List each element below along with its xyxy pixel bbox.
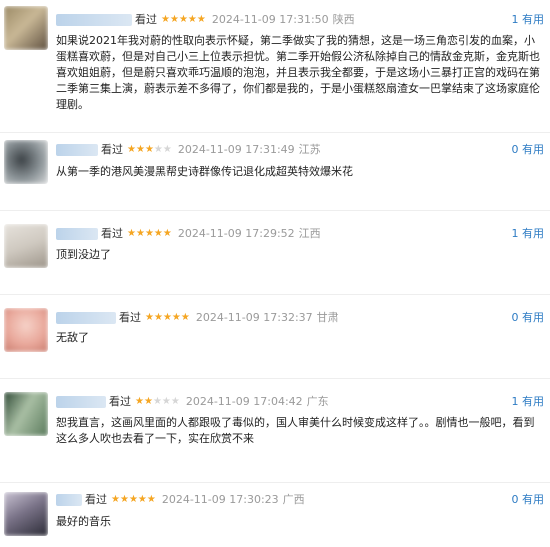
comment-meta: 看过 ★★★★★ 2024-11-09 17:04:42 广东 [56,394,329,410]
avatar[interactable] [4,140,48,184]
watch-status: 看过 [109,395,131,408]
star-icon: ★ [153,312,163,323]
watch-status: 看过 [119,311,141,324]
star-icon: ★ [146,494,156,505]
comment-text: 顶到没边了 [56,248,111,261]
comment-location: 甘肃 [316,311,339,324]
useful-vote-button[interactable]: 0 有用 [512,310,545,326]
watch-status: 看过 [135,13,157,26]
comment-time: 2024-11-09 17:04:42 [185,395,303,408]
avatar[interactable] [4,6,48,50]
comment-item: 看过 ★★★★★ 2024-11-09 17:31:49 江苏 0 有用 从第一… [0,132,550,211]
rating-stars: ★★★★★ [145,310,190,326]
comment-text: 从第一季的港风美漫黑帮史诗群像传记退化成超英特效爆米花 [56,165,353,178]
star-icon: ★ [145,312,154,323]
rating-stars: ★★★★★ [111,492,156,508]
username[interactable] [56,228,98,240]
star-icon: ★ [162,144,172,155]
useful-vote-button[interactable]: 1 有用 [512,226,545,242]
star-icon: ★ [180,312,190,323]
comment-item: 看过 ★★★★★ 2024-11-09 17:29:52 江西 1 有用 顶到没… [0,210,550,295]
rating-stars: ★★★★★ [161,12,206,28]
comment-meta: 看过 ★★★★★ 2024-11-09 17:29:52 江西 [56,226,321,242]
star-icon: ★ [170,396,180,407]
star-icon: ★ [128,494,138,505]
comment-time: 2024-11-09 17:32:37 [195,311,313,324]
star-icon: ★ [127,228,136,239]
star-icon: ★ [111,494,120,505]
username[interactable] [56,14,132,26]
star-icon: ★ [178,14,188,25]
star-icon: ★ [153,228,163,239]
useful-vote-button[interactable]: 0 有用 [512,142,545,158]
comment-text: 如果说2021年我对蔚的性取向表示怀疑，第二季做实了我的猜想，这是一场三角恋引发… [56,34,540,111]
username[interactable] [56,312,116,324]
star-icon: ★ [137,494,147,505]
comment-time: 2024-11-09 17:31:49 [177,143,295,156]
comment-text: 最好的音乐 [56,515,111,528]
comment-meta: 看过 ★★★★★ 2024-11-09 17:31:50 陕西 [56,12,355,28]
username[interactable] [56,396,106,408]
star-icon: ★ [169,14,179,25]
watch-status: 看过 [85,493,107,506]
star-icon: ★ [144,228,154,239]
avatar[interactable] [4,308,48,352]
comment-item: 看过 ★★★★★ 2024-11-09 17:04:42 广东 1 有用 恕我直… [0,378,550,483]
avatar[interactable] [4,224,48,268]
avatar[interactable] [4,392,48,436]
rating-stars: ★★★★★ [135,394,180,410]
star-icon: ★ [135,144,145,155]
star-icon: ★ [135,396,144,407]
useful-vote-button[interactable]: 1 有用 [512,394,545,410]
star-icon: ★ [162,312,172,323]
comment-time: 2024-11-09 17:29:52 [177,227,295,240]
rating-stars: ★★★★★ [127,226,172,242]
star-icon: ★ [161,396,171,407]
comment-item: 看过 ★★★★★ 2024-11-09 17:31:50 陕西 1 有用 如果说… [0,0,550,133]
comment-time: 2024-11-09 17:30:23 [161,493,279,506]
username[interactable] [56,144,98,156]
comment-list: 看过 ★★★★★ 2024-11-09 17:31:50 陕西 1 有用 如果说… [0,0,550,547]
comment-text: 无敌了 [56,331,89,344]
star-icon: ★ [144,144,154,155]
watch-status: 看过 [101,143,123,156]
star-icon: ★ [196,14,206,25]
comment-item: 看过 ★★★★★ 2024-11-09 17:30:23 广西 0 有用 最好的… [0,482,550,547]
comment-meta: 看过 ★★★★★ 2024-11-09 17:30:23 广西 [56,492,305,508]
star-icon: ★ [119,494,129,505]
star-icon: ★ [153,144,163,155]
comment-location: 江西 [298,227,321,240]
rating-stars: ★★★★★ [127,142,172,158]
comment-item: 看过 ★★★★★ 2024-11-09 17:32:37 甘肃 0 有用 无敌了 [0,294,550,379]
star-icon: ★ [143,396,153,407]
star-icon: ★ [135,228,145,239]
comment-meta: 看过 ★★★★★ 2024-11-09 17:32:37 甘肃 [56,310,339,326]
useful-vote-button[interactable]: 0 有用 [512,492,545,508]
star-icon: ★ [152,396,162,407]
comment-location: 广东 [306,395,329,408]
comment-location: 陕西 [332,13,355,26]
comment-text: 恕我直言，这画风里面的人都跟吸了毒似的，国人审美什么时候变成这样了。。剧情也一般… [56,416,535,445]
star-icon: ★ [127,144,136,155]
comment-location: 江苏 [298,143,321,156]
comment-time: 2024-11-09 17:31:50 [211,13,329,26]
star-icon: ★ [162,228,172,239]
star-icon: ★ [171,312,181,323]
comment-meta: 看过 ★★★★★ 2024-11-09 17:31:49 江苏 [56,142,321,158]
star-icon: ★ [187,14,197,25]
avatar[interactable] [4,492,48,536]
useful-vote-button[interactable]: 1 有用 [512,12,545,28]
username[interactable] [56,494,82,506]
watch-status: 看过 [101,227,123,240]
star-icon: ★ [161,14,170,25]
comment-location: 广西 [282,493,305,506]
